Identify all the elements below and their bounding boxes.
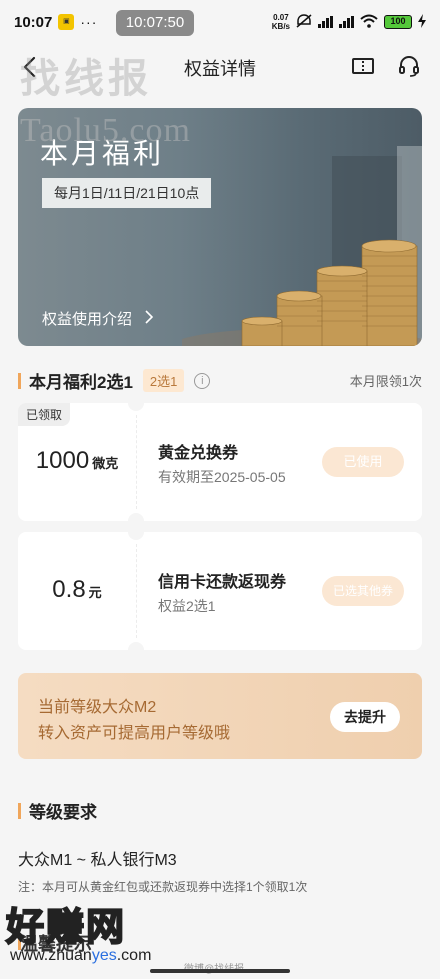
banner-schedule: 每月1日/11日/21日10点	[42, 178, 212, 208]
choose-tag: 2选1	[142, 369, 185, 392]
banner-title: 本月福利	[40, 138, 165, 169]
card-notch	[128, 642, 144, 658]
coupon-amount: 0.8 元	[52, 576, 102, 603]
watermark-haozhuanwang: 好赚网	[5, 906, 127, 950]
coins-illustration	[182, 146, 422, 346]
section-title: 等级要求	[29, 803, 97, 822]
wifi-icon	[360, 14, 378, 31]
monthly-limit: 本月限领1次	[349, 374, 422, 389]
info-icon[interactable]: i	[194, 372, 211, 389]
page-title: 权益详情	[184, 59, 256, 79]
status-icons: 0.07 KB/s 100	[272, 13, 426, 31]
coupon-amount: 1000 微克	[35, 447, 119, 474]
status-time: 10:07	[14, 13, 53, 31]
notification-app-icon: ▣	[58, 14, 75, 30]
card-divider	[136, 415, 137, 509]
network-speed: 0.07 KB/s	[271, 13, 290, 31]
signal-icon-2	[339, 16, 354, 28]
battery-icon: 100	[384, 15, 412, 29]
section-accent-bar	[18, 802, 21, 819]
coupon-card-gold[interactable]: 已领取 1000 微克 黄金兑换券 有效期至2025-05-05 已使用	[18, 395, 422, 529]
home-indicator[interactable]	[150, 969, 290, 973]
current-level: 当前等级大众M2	[38, 699, 157, 716]
level-card: 当前等级大众M2 转入资产可提高用户等级哦 去提升	[18, 673, 422, 759]
chevron-right-icon	[144, 310, 154, 328]
ticket-icon[interactable]	[352, 58, 374, 74]
more-notifications-icon: ···	[80, 14, 98, 30]
card-notch	[128, 395, 144, 411]
coupon-name: 黄金兑换券	[158, 445, 239, 462]
mute-icon	[296, 13, 312, 31]
welfare-section-header: 本月福利2选1 2选1 i 本月限领1次	[18, 368, 422, 393]
section-accent-bar	[18, 372, 21, 389]
clock-overlay: 10:07:50	[116, 10, 194, 36]
chose-other-button[interactable]: 已选其他券	[322, 576, 404, 606]
card-notch	[128, 524, 144, 540]
section-title: 本月福利2选1	[29, 373, 133, 392]
back-arrow-icon[interactable]	[18, 54, 44, 80]
coupon-expiry: 有效期至2025-05-05	[158, 469, 286, 485]
benefit-intro-link[interactable]: 权益使用介绍	[42, 308, 154, 329]
signal-icon	[318, 16, 333, 28]
used-button[interactable]: 已使用	[322, 447, 404, 477]
requirements-header: 等级要求	[18, 798, 422, 823]
level-hint: 转入资产可提高用户等级哦	[38, 725, 231, 742]
coupon-sub: 权益2选1	[158, 598, 216, 614]
coupon-name: 信用卡还款返现券	[158, 574, 287, 591]
upgrade-button[interactable]: 去提升	[330, 702, 400, 732]
watermark-zhuanyes-url: www.zhuanyes.com	[10, 947, 152, 964]
coupon-card-cashback[interactable]: 0.8 元 信用卡还款返现券 权益2选1 已选其他券	[18, 524, 422, 658]
status-bar: 10:07 ▣ ··· 10:07:50 0.07 KB/s 100	[0, 0, 440, 44]
requirements-note: 注：本月可从黄金红包或还款返现券中选择1个领取1次	[18, 880, 308, 894]
customer-service-icon[interactable]	[398, 55, 420, 77]
claimed-badge: 已领取	[18, 403, 71, 426]
nav-bar: 权益详情	[0, 44, 440, 92]
card-divider	[136, 544, 137, 638]
level-range: 大众M1 ~ 私人银行M3	[18, 852, 177, 869]
welfare-banner[interactable]: 本月福利 每月1日/11日/21日10点 权益使用介绍	[18, 108, 422, 346]
charging-icon	[418, 13, 426, 31]
